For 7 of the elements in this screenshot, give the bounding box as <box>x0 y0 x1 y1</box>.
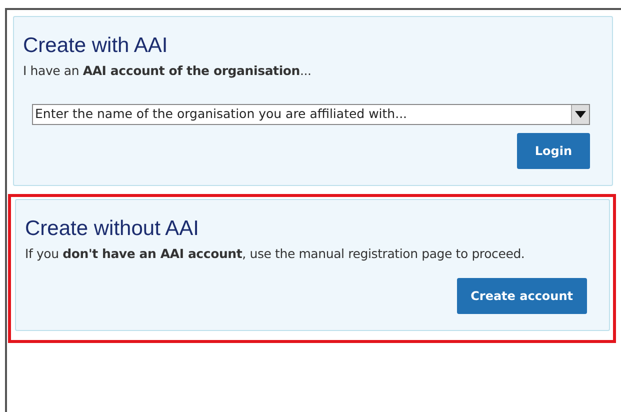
panel-title: Create without AAI <box>25 216 200 242</box>
panel-description: If you don't have an AAI account, use the manual registration page to proceed. <box>25 245 526 264</box>
login-button[interactable]: Login <box>516 132 590 169</box>
organisation-combobox[interactable]: Enter the name of the organisation you are affiliated with... <box>32 104 590 125</box>
panel-description: I have an AAI account of the organisation... <box>23 62 312 80</box>
panel-title: Create with AAI <box>23 33 169 58</box>
create-account-button[interactable]: Create account <box>456 278 587 314</box>
